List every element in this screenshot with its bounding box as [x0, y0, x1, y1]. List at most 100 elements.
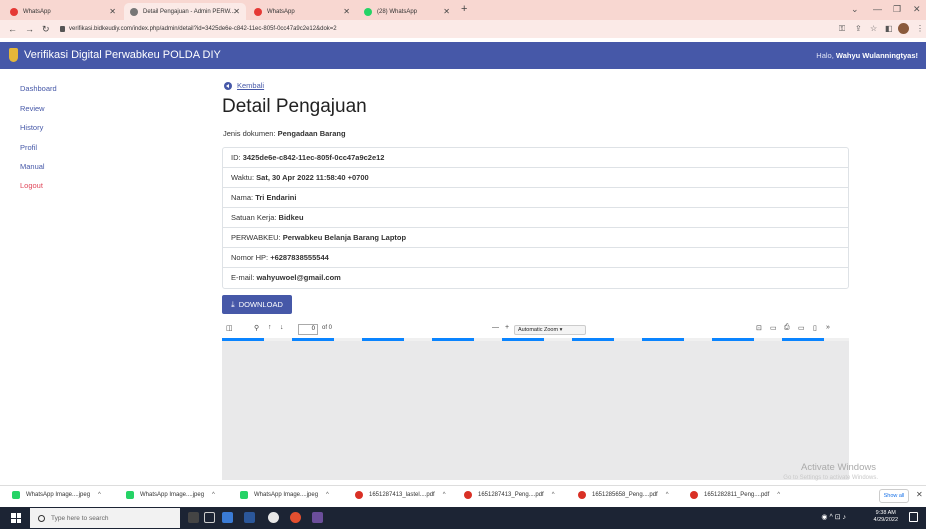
app-navbar: Verifikasi Digital Perwabkeu POLDA DIY H…: [0, 42, 926, 69]
download-item[interactable]: WhatsApp Image....jpeg ^: [126, 491, 215, 499]
download-item[interactable]: 1651287413_lastel....pdf ^: [355, 491, 446, 499]
page-favicon-icon: [130, 7, 138, 16]
sidebar-item-manual[interactable]: Manual: [20, 162, 45, 171]
download-item[interactable]: 1651285658_Peng....pdf ^: [578, 491, 669, 499]
tab-search-icon[interactable]: ⌄: [851, 4, 859, 15]
previous-page-icon[interactable]: ↑: [268, 324, 272, 331]
whatsapp-icon: [254, 7, 262, 16]
close-tab-icon[interactable]: ✕: [233, 7, 240, 16]
chevron-up-icon: ^: [326, 492, 329, 498]
chrome-icon[interactable]: [290, 512, 301, 523]
system-tray[interactable]: ◉ ^ ⊡ ♪: [821, 513, 846, 521]
sidebar-item-logout[interactable]: Logout: [20, 181, 43, 190]
page-number-input[interactable]: 0: [298, 324, 318, 335]
save-icon[interactable]: ▭: [798, 324, 805, 332]
taskbar-search[interactable]: Type here to search: [30, 508, 180, 528]
forward-arrow-icon[interactable]: →: [25, 24, 34, 34]
activation-watermark-hint: Go to Settings to activate Windows.: [783, 475, 878, 481]
taskbar-clock[interactable]: 9:38 AM 4/29/2022: [874, 510, 898, 524]
back-link[interactable]: Kembali: [224, 81, 264, 90]
presentation-icon[interactable]: ⊡: [756, 324, 762, 332]
download-item[interactable]: WhatsApp Image....jpeg ^: [12, 491, 101, 499]
download-item[interactable]: WhatsApp Image....jpeg ^: [240, 491, 329, 499]
whatsapp-icon: [364, 7, 372, 16]
bookmark-icon[interactable]: ▯: [813, 324, 817, 332]
open-file-icon[interactable]: ▭: [770, 324, 777, 332]
back-arrow-icon: [224, 81, 232, 90]
close-window-icon[interactable]: ✕: [913, 4, 921, 15]
browser-tab-active[interactable]: Detail Pengajuan - Admin PERW... ✕: [124, 3, 246, 20]
polda-logo: [9, 48, 18, 62]
download-item[interactable]: 1651282811_Peng....pdf ^: [690, 491, 780, 499]
detail-row-waktu: Waktu: Sat, 30 Apr 2022 11:58:40 +0700: [223, 168, 848, 188]
download-button[interactable]: ⤓ DOWNLOAD: [222, 295, 292, 314]
detail-row-perwabkeu: PERWABKEU: Perwabkeu Belanja Barang Lapt…: [223, 228, 848, 248]
pdf-file-icon: [578, 491, 586, 499]
reload-icon[interactable]: ↻: [42, 24, 50, 35]
show-all-downloads-button[interactable]: Show all: [879, 489, 909, 503]
detail-row-satuan-kerja: Satuan Kerja: Bidkeu: [223, 208, 848, 228]
detail-row-id: ID: 3425de6e-c842-11ec-805f-0cc47a9c2e12: [223, 148, 848, 168]
print-icon[interactable]: ⎙: [784, 324, 790, 332]
sidebar-item-profil[interactable]: Profil: [20, 143, 37, 152]
share-icon[interactable]: ⇪: [855, 24, 862, 33]
download-item[interactable]: 1651287413_Peng....pdf ^: [464, 491, 555, 499]
sidebar-item-review[interactable]: Review: [20, 104, 45, 113]
next-page-icon[interactable]: ↓: [280, 324, 284, 331]
new-tab-icon[interactable]: +: [461, 3, 467, 15]
zoom-in-icon[interactable]: +: [505, 324, 509, 331]
detail-list: ID: 3425de6e-c842-11ec-805f-0cc47a9c2e12…: [222, 147, 849, 289]
windows-start-icon[interactable]: [11, 513, 21, 523]
pdf-canvas[interactable]: [222, 338, 849, 480]
zoom-select[interactable]: Automatic Zoom ▾: [514, 325, 586, 335]
search-icon: [38, 514, 45, 522]
zoom-out-icon[interactable]: —: [492, 324, 499, 331]
document-type-value: Pengadaan Barang: [277, 129, 346, 138]
star-icon[interactable]: ☆: [870, 24, 877, 33]
image-file-icon: [240, 491, 248, 499]
page-count: of 0: [322, 325, 333, 331]
key-icon[interactable]: ⚿: [839, 24, 845, 34]
sidebar-item-dashboard[interactable]: Dashboard: [20, 84, 57, 93]
close-tab-icon[interactable]: ✕: [343, 7, 350, 16]
file-explorer-icon[interactable]: [222, 512, 233, 523]
task-view-icon[interactable]: [204, 512, 215, 523]
back-arrow-icon[interactable]: ←: [8, 24, 17, 34]
lock-icon: [60, 26, 65, 32]
image-file-icon: [126, 491, 134, 499]
minimize-icon[interactable]: —: [873, 4, 882, 14]
chevron-up-icon: ^: [777, 492, 781, 498]
browser-tab[interactable]: WhatsApp ✕: [248, 3, 356, 20]
menu-icon[interactable]: ⋮: [916, 24, 924, 33]
more-tools-icon[interactable]: »: [826, 324, 830, 331]
mic-icon[interactable]: [188, 512, 199, 523]
chevron-up-icon: ^: [665, 492, 669, 498]
sidebar-item-history[interactable]: History: [20, 123, 43, 132]
close-shelf-icon[interactable]: ✕: [916, 490, 923, 499]
profile-avatar[interactable]: [898, 23, 909, 34]
page-title: Detail Pengajuan: [222, 96, 367, 117]
maximize-icon[interactable]: ❐: [893, 4, 901, 15]
sidepanel-icon[interactable]: ◧: [885, 24, 893, 33]
notification-icon[interactable]: [909, 512, 918, 522]
detail-row-email: E-mail: wahyuwoel@gmail.com: [231, 273, 341, 282]
word-icon[interactable]: [244, 512, 255, 523]
user-greeting: Halo, Wahyu Wulanningtyas!: [816, 51, 918, 60]
app-icon[interactable]: [312, 512, 323, 523]
chevron-up-icon: ^: [98, 492, 101, 498]
app-brand[interactable]: Verifikasi Digital Perwabkeu POLDA DIY: [24, 49, 221, 61]
chevron-up-icon: ^: [212, 492, 215, 498]
browser-tab[interactable]: WhatsApp ✕: [4, 3, 122, 20]
close-tab-icon[interactable]: ✕: [109, 7, 116, 16]
document-type: Jenis dokumen: Pengadaan Barang: [223, 129, 346, 138]
settings-icon[interactable]: [268, 512, 279, 523]
whatsapp-icon: [10, 7, 18, 16]
search-icon[interactable]: ⚲: [254, 324, 259, 332]
close-tab-icon[interactable]: ✕: [443, 7, 450, 16]
sidebar-toggle-icon[interactable]: ◫: [226, 324, 233, 332]
browser-tab[interactable]: (28) WhatsApp ✕: [358, 3, 456, 20]
activation-watermark: Activate Windows: [801, 462, 876, 473]
address-bar[interactable]: verifikasi.bidkeudiy.com/index.php/admin…: [60, 22, 834, 36]
chevron-up-icon: ^: [551, 492, 555, 498]
user-name: Wahyu Wulanningtyas!: [835, 51, 918, 60]
